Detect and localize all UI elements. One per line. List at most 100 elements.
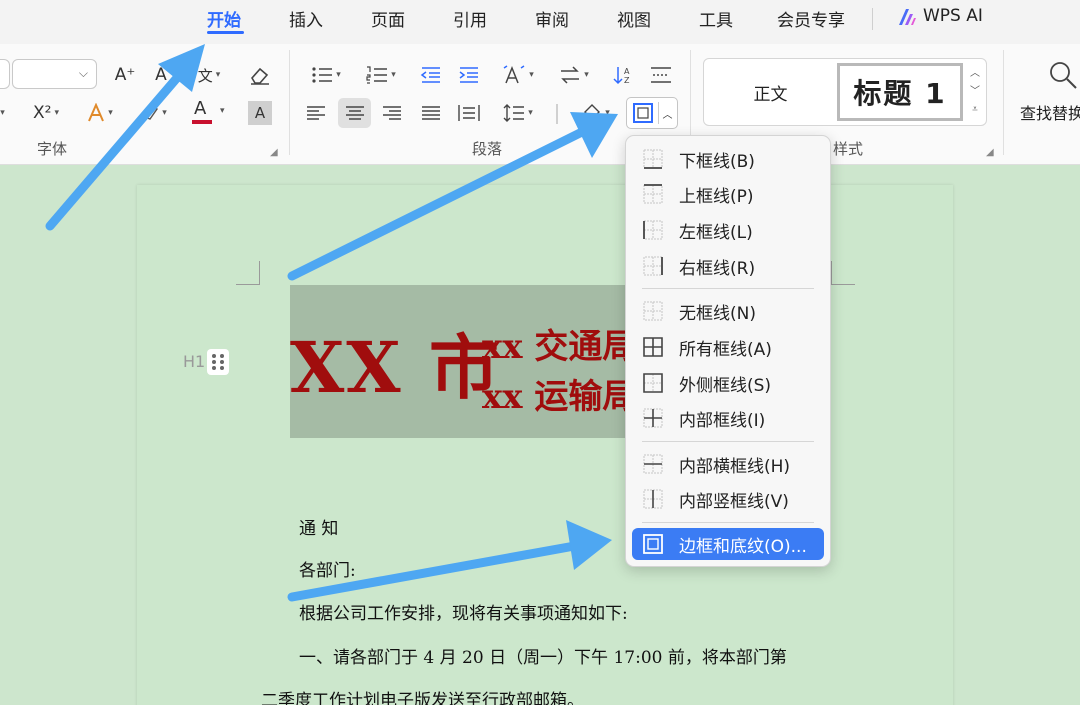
text-effect-button[interactable]: ▾ (80, 100, 120, 126)
menu-item-top-border[interactable]: 上框线(P) (632, 178, 824, 210)
justify-button[interactable] (418, 100, 444, 126)
paint-bucket-icon (584, 104, 601, 120)
menu-tab-bar: 开始 插入 页面 引用 审阅 视图 工具 会员专享 WPS AI (0, 0, 1080, 44)
font-size-select[interactable]: ⌵ (12, 59, 97, 89)
svg-text:Z: Z (624, 76, 630, 85)
sort-icon: AZ (613, 67, 630, 85)
inside-vertical-border-icon (643, 489, 663, 509)
font-color-button[interactable]: A ▾ (190, 98, 230, 128)
tab-home[interactable]: 开始 (207, 6, 241, 31)
line-spacing-button[interactable]: ▾ (497, 100, 539, 126)
font-name-select[interactable] (0, 59, 10, 89)
styles-group-label: 样式 (833, 140, 864, 158)
bullet-list-icon (312, 67, 333, 83)
menu-item-no-border[interactable]: 无框线(N) (632, 295, 824, 327)
menu-separator (642, 288, 814, 289)
numbered-list-button[interactable]: ▾ (361, 62, 401, 88)
numbered-list-icon (366, 66, 388, 84)
increase-indent-icon (459, 67, 478, 83)
swap-arrows-icon (561, 66, 580, 84)
sort-button[interactable]: AZ (610, 62, 636, 88)
tab-divider (872, 8, 873, 30)
outside-border-icon (632, 103, 653, 123)
tab-view[interactable]: 视图 (617, 6, 651, 31)
styles-dialog-launcher-icon[interactable]: ◢ (986, 147, 994, 158)
paragraph-shading-button[interactable]: ▾ (575, 100, 617, 126)
increase-font-size-button[interactable]: A⁺ (112, 62, 138, 88)
menu-item-all-borders[interactable]: 所有框线(A) (632, 331, 824, 363)
menu-item-left-border[interactable]: 左框线(L) (632, 214, 824, 246)
tab-wps-ai[interactable]: WPS AI (923, 6, 983, 26)
tab-member[interactable]: 会员专享 (777, 6, 845, 31)
line-spacing-icon (503, 104, 525, 122)
collapsed-control[interactable]: ▾ (0, 100, 10, 126)
decrease-indent-icon (420, 67, 440, 83)
menu-item-inside-horizontal-border[interactable]: 内部横框线(H) (632, 448, 824, 480)
tab-review[interactable]: 审阅 (535, 6, 569, 31)
find-replace-button[interactable]: 查找替换 (1020, 58, 1080, 128)
magnifier-icon (1050, 62, 1077, 89)
superscript-button[interactable]: X² ▾ (26, 100, 66, 126)
increase-indent-button[interactable] (456, 62, 482, 88)
menu-item-bottom-border[interactable]: 下框线(B) (632, 143, 824, 175)
crop-mark-top-right (831, 261, 855, 285)
style-heading-1[interactable]: 标题 1 (837, 63, 963, 121)
inside-borders-icon (643, 408, 663, 428)
border-dropdown-menu: 下框线(B) 上框线(P) 左框线(L) 右框线(R) 无框线(N) 所有框线(… (625, 135, 831, 567)
notice-body-line[interactable]: 根据公司工作安排，现将有关事项通知如下: (299, 599, 628, 624)
tab-tools[interactable]: 工具 (699, 6, 733, 31)
menu-item-borders-and-shading[interactable]: 边框和底纹(O)... (632, 528, 824, 560)
all-borders-icon (643, 337, 663, 357)
text-direction-button[interactable]: ▾ (497, 62, 539, 88)
bottom-border-icon (643, 149, 663, 169)
bullet-list-button[interactable]: ▾ (306, 62, 346, 88)
font-dialog-launcher-icon[interactable]: ◢ (270, 147, 278, 158)
distributed-align-button[interactable] (456, 100, 482, 126)
paragraph-group-label: 段落 (472, 140, 503, 158)
banner-line-1: xx 交通局 (482, 327, 637, 367)
notice-salutation[interactable]: 各部门: (299, 556, 356, 581)
right-border-icon (643, 256, 663, 276)
menu-item-inside-vertical-border[interactable]: 内部竖框线(V) (632, 483, 824, 515)
toolbar-divider (556, 104, 558, 124)
menu-item-right-border[interactable]: 右框线(R) (632, 250, 824, 282)
svg-text:A: A (624, 67, 630, 76)
drag-handle-icon[interactable] (207, 349, 229, 375)
selected-header-table[interactable]: XX 市 xx 交通局 xx 运输局 (290, 285, 640, 438)
notice-body-line[interactable]: 一、请各部门于 4 月 20 日（周一）下午 17:00 前，将本部门第 (299, 643, 787, 668)
line-spacing-swap-button[interactable]: ▾ (554, 62, 594, 88)
align-right-button[interactable] (379, 100, 405, 126)
align-left-button[interactable] (303, 100, 329, 126)
clear-format-button[interactable] (248, 62, 272, 88)
style-gallery-scroll[interactable]: ︿ ﹀ ⩡ (968, 65, 982, 119)
notice-body-line[interactable]: 二季度工作计划电子版发送至行政部邮箱。 (261, 686, 584, 705)
align-center-button[interactable] (338, 98, 371, 128)
menu-item-outside-borders[interactable]: 外侧框线(S) (632, 367, 824, 399)
highlight-button[interactable]: ▾ (134, 100, 174, 126)
border-dropdown-button[interactable]: ︿ (626, 97, 678, 129)
decrease-font-size-button[interactable]: A (150, 62, 172, 88)
active-tab-indicator (207, 31, 244, 34)
banner-city-text: XX 市 (290, 326, 501, 409)
style-normal[interactable]: 正文 (704, 59, 837, 125)
phonetic-guide-button[interactable]: 文 ▾ (188, 62, 230, 88)
wps-ai-logo-icon (899, 9, 916, 25)
align-left-icon (307, 106, 325, 120)
tab-references[interactable]: 引用 (453, 6, 487, 31)
notice-title[interactable]: 通 知 (299, 514, 338, 539)
tab-insert[interactable]: 插入 (289, 6, 323, 31)
ribbon-toolbar: ⌵ A⁺ A 文 ▾ ▾ X² ▾ ▾ ▾ A ▾ A 字体 ◢ ▾ ▾ ▾ ▾ A… (0, 44, 1080, 165)
borders-shading-icon (643, 534, 663, 554)
align-center-icon (345, 106, 364, 120)
character-shading-button[interactable]: A (248, 101, 272, 125)
find-replace-label: 查找替换 (1020, 104, 1080, 123)
show-marks-button[interactable] (648, 62, 674, 88)
banner-line-2: xx 运输局 (482, 377, 637, 417)
distributed-align-icon (458, 105, 480, 121)
justify-icon (422, 106, 440, 120)
tab-page[interactable]: 页面 (371, 6, 405, 31)
crop-mark-top-left (236, 261, 260, 285)
menu-item-inside-borders[interactable]: 内部框线(I) (632, 402, 824, 434)
decrease-indent-button[interactable] (418, 62, 444, 88)
font-group-label: 字体 (37, 140, 68, 158)
